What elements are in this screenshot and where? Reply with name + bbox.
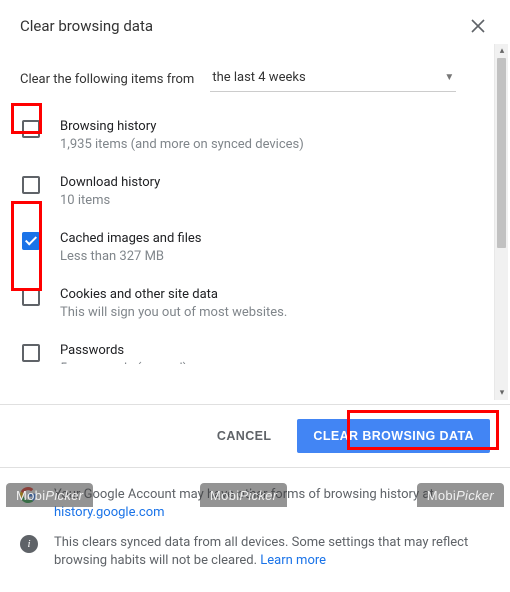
option-label: Download history	[60, 174, 160, 192]
checkbox-passwords[interactable]	[22, 344, 40, 362]
option-label: Browsing history	[60, 118, 304, 136]
close-icon[interactable]	[468, 16, 488, 36]
watermark: MobiPicker	[200, 483, 287, 507]
dialog-content: Clear the following items from the last …	[0, 44, 510, 404]
clear-from-label: Clear the following items from	[20, 72, 194, 87]
history-google-link[interactable]: history.google.com	[54, 505, 165, 520]
watermark: MobiPicker	[417, 483, 504, 507]
option-label: Cookies and other site data	[60, 286, 287, 304]
info-text: This clears synced data from all devices…	[54, 534, 490, 570]
info-icon: i	[20, 535, 38, 553]
dialog-title: Clear browsing data	[20, 17, 153, 35]
clear-browsing-data-button[interactable]: Clear browsing data	[297, 419, 490, 453]
option-sub: 10 items	[60, 192, 160, 210]
option-sub: Less than 327 MB	[60, 248, 201, 266]
checkbox-browsing-history[interactable]	[22, 120, 40, 138]
option-label: Cached images and files	[60, 230, 201, 248]
option-sub: This will sign you out of most websites.	[60, 304, 287, 322]
clear-browsing-data-dialog: Clear browsing data ▴ ▾ Clear the follow…	[0, 0, 510, 507]
dialog-header: Clear browsing data	[0, 0, 510, 44]
option-cached-images: Cached images and files Less than 327 MB	[20, 220, 490, 276]
option-passwords: Passwords 5 passwords (synced)	[20, 332, 490, 364]
time-range-select[interactable]: the last 4 weeks ▼	[210, 66, 456, 92]
checkbox-download-history[interactable]	[22, 176, 40, 194]
checkbox-cached-images[interactable]	[22, 232, 40, 250]
checkbox-cookies[interactable]	[22, 288, 40, 306]
option-cookies: Cookies and other site data This will si…	[20, 276, 490, 332]
clear-from-row: Clear the following items from the last …	[20, 44, 490, 108]
option-download-history: Download history 10 items	[20, 164, 490, 220]
cancel-button[interactable]: Cancel	[201, 419, 287, 453]
option-sub: 5 passwords (synced)	[60, 360, 187, 364]
chevron-down-icon: ▼	[444, 72, 454, 83]
button-row: Cancel Clear browsing data	[0, 405, 510, 467]
option-label: Passwords	[60, 342, 187, 360]
learn-more-link[interactable]: Learn more	[260, 553, 326, 568]
option-sub: 1,935 items (and more on synced devices)	[60, 136, 304, 154]
option-browsing-history: Browsing history 1,935 items (and more o…	[20, 108, 490, 164]
time-range-value: the last 4 weeks	[212, 70, 305, 85]
watermark: MobiPicker	[6, 483, 93, 507]
info-synced-data: i This clears synced data from all devic…	[20, 528, 490, 576]
